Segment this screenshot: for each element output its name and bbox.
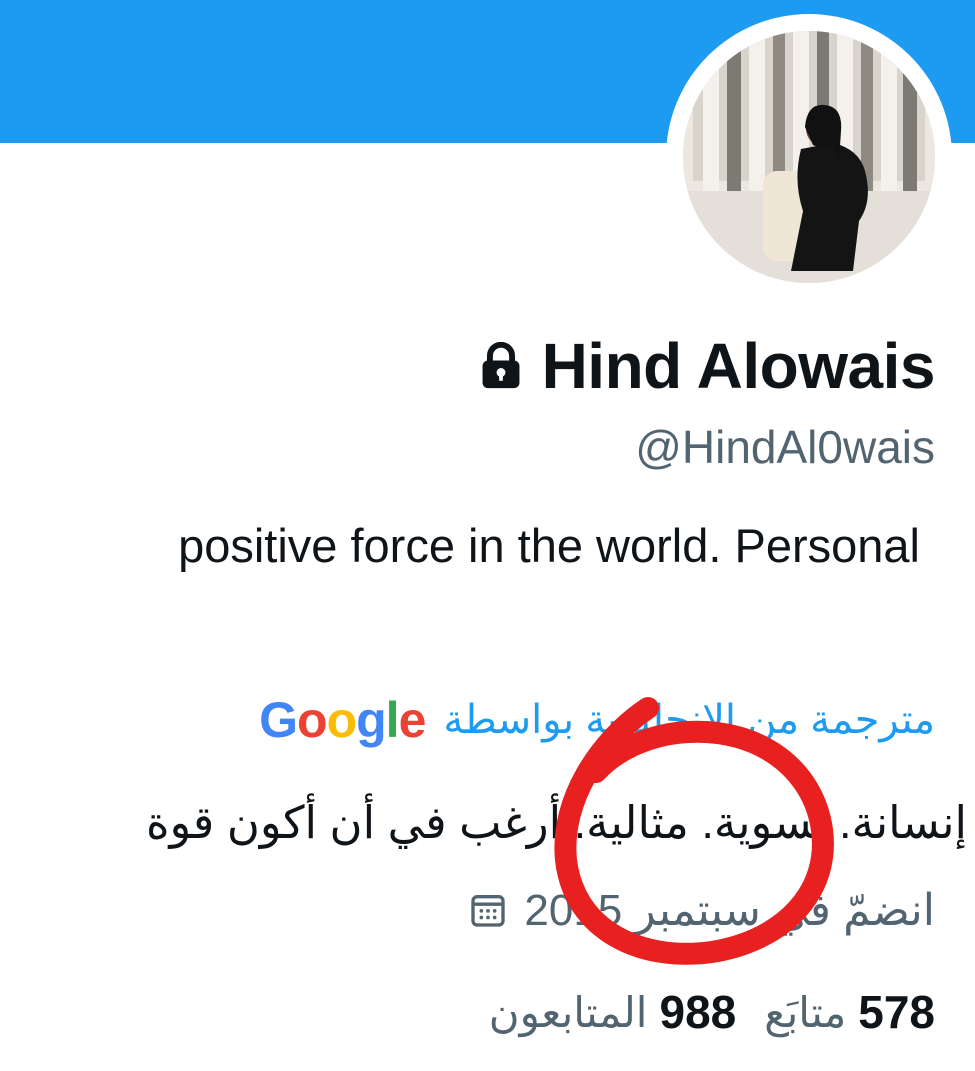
followers-label: المتابعون	[488, 988, 648, 1036]
avatar[interactable]	[683, 31, 935, 283]
followers-stat[interactable]: 988 المتابعون	[489, 985, 736, 1039]
display-name: Hind Alowais	[541, 330, 936, 402]
lock-icon	[482, 342, 520, 389]
join-date: انضمّ في سبتمبر 2015	[468, 880, 935, 940]
join-date-text: انضمّ في سبتمبر 2015	[524, 885, 935, 935]
following-stat[interactable]: 578 متابَع	[764, 985, 935, 1039]
followers-count: 988	[659, 986, 737, 1038]
translation-attribution[interactable]: Google مترجمة من الإنجليزية بواسطة	[259, 690, 935, 750]
user-handle: @HindAl0wais	[635, 421, 935, 473]
following-count: 578	[858, 986, 935, 1038]
calendar-icon	[471, 895, 506, 927]
google-logo: Google	[259, 692, 426, 748]
translated-by-label[interactable]: مترجمة من الإنجليزية بواسطة	[443, 697, 935, 743]
profile-bio: positive force in the world. Personal	[178, 519, 920, 572]
follow-stats: 578 متابَع 988 المتابعون	[489, 980, 935, 1044]
following-label: متابَع	[764, 988, 847, 1036]
translated-bio: إنسانة. نسوية. مثالية. أرغب في أن أكون ق…	[145, 797, 967, 848]
avatar-photo	[683, 31, 935, 283]
profile-name-row: Hind Alowais	[478, 326, 936, 406]
